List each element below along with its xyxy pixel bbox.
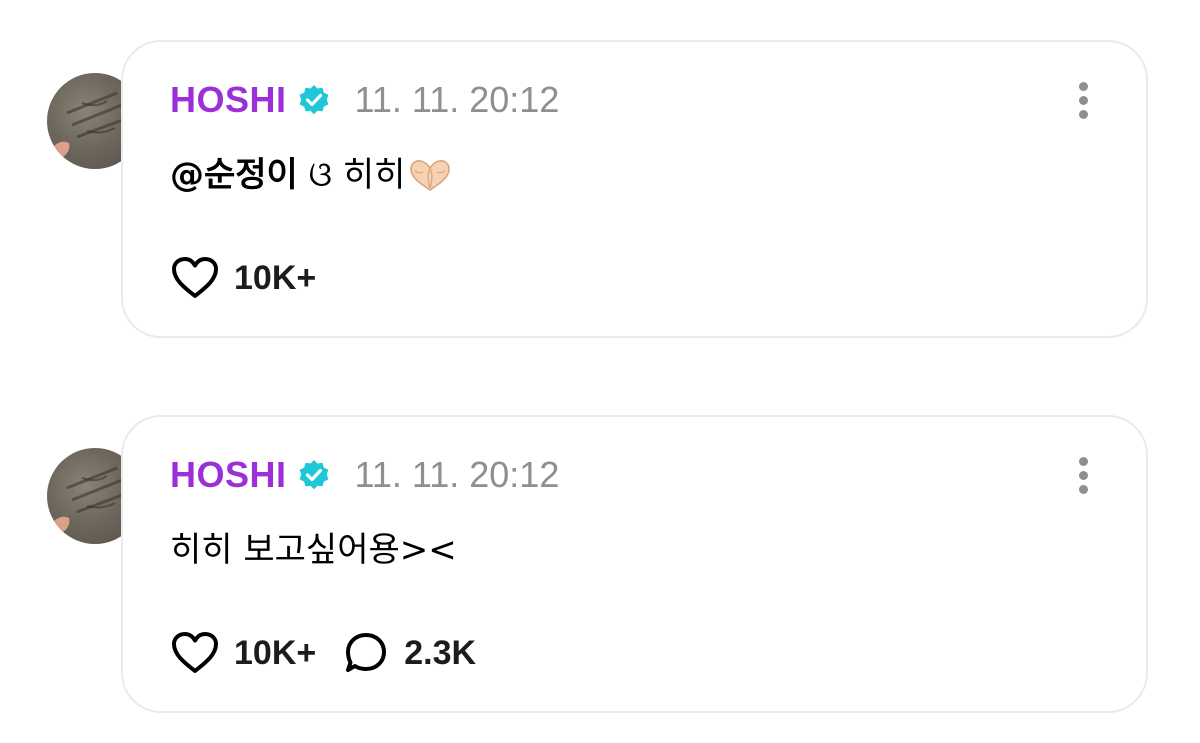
- verified-badge-icon: [297, 458, 331, 492]
- post-card[interactable]: HOSHI 11. 11. 20:12 @순정이 ଓ 히히 10K+: [121, 40, 1148, 338]
- verified-badge-icon: [297, 83, 331, 117]
- post-text: @순정이 ଓ 히히: [170, 147, 453, 201]
- post-header: HOSHI 11. 11. 20:12: [170, 453, 559, 497]
- timestamp: 11. 11. 20:12: [354, 79, 560, 120]
- post-text-content: ଓ 히히: [308, 155, 406, 195]
- comment-button[interactable]: 2.3K: [342, 630, 476, 676]
- feed: HOSHI 11. 11. 20:12 @순정이 ଓ 히히 10K+ HOSHI…: [0, 0, 1200, 743]
- more-options-icon[interactable]: [1076, 80, 1090, 120]
- post-text: 히히 보고싶어용><: [170, 522, 457, 571]
- post-header: HOSHI 11. 11. 20:12: [170, 78, 559, 122]
- like-count: 10K+: [234, 633, 317, 672]
- username[interactable]: HOSHI: [170, 454, 287, 496]
- username[interactable]: HOSHI: [170, 79, 287, 121]
- post-card[interactable]: HOSHI 11. 11. 20:12 히히 보고싶어용>< 10K+ 2.3K: [121, 415, 1148, 713]
- post: HOSHI 11. 11. 20:12 히히 보고싶어용>< 10K+ 2.3K: [0, 415, 1200, 715]
- mention-link[interactable]: @순정이: [170, 155, 298, 195]
- timestamp: 11. 11. 20:12: [354, 454, 560, 495]
- comment-count: 2.3K: [404, 633, 477, 672]
- comment-bubble-icon: [346, 633, 387, 672]
- heart-icon: [172, 632, 218, 673]
- post-text-content: 히히 보고싶어용><: [170, 530, 457, 570]
- like-button[interactable]: 10K+: [170, 630, 316, 676]
- like-button[interactable]: 10K+: [170, 255, 316, 301]
- like-count: 10K+: [234, 258, 317, 297]
- post-actions: 10K+: [170, 254, 342, 302]
- more-options-icon[interactable]: [1076, 455, 1090, 495]
- post: HOSHI 11. 11. 20:12 @순정이 ଓ 히히 10K+: [0, 40, 1200, 340]
- post-actions: 10K+ 2.3K: [170, 629, 502, 677]
- heart-hands-emoji-icon: [407, 158, 453, 201]
- heart-icon: [172, 257, 218, 298]
